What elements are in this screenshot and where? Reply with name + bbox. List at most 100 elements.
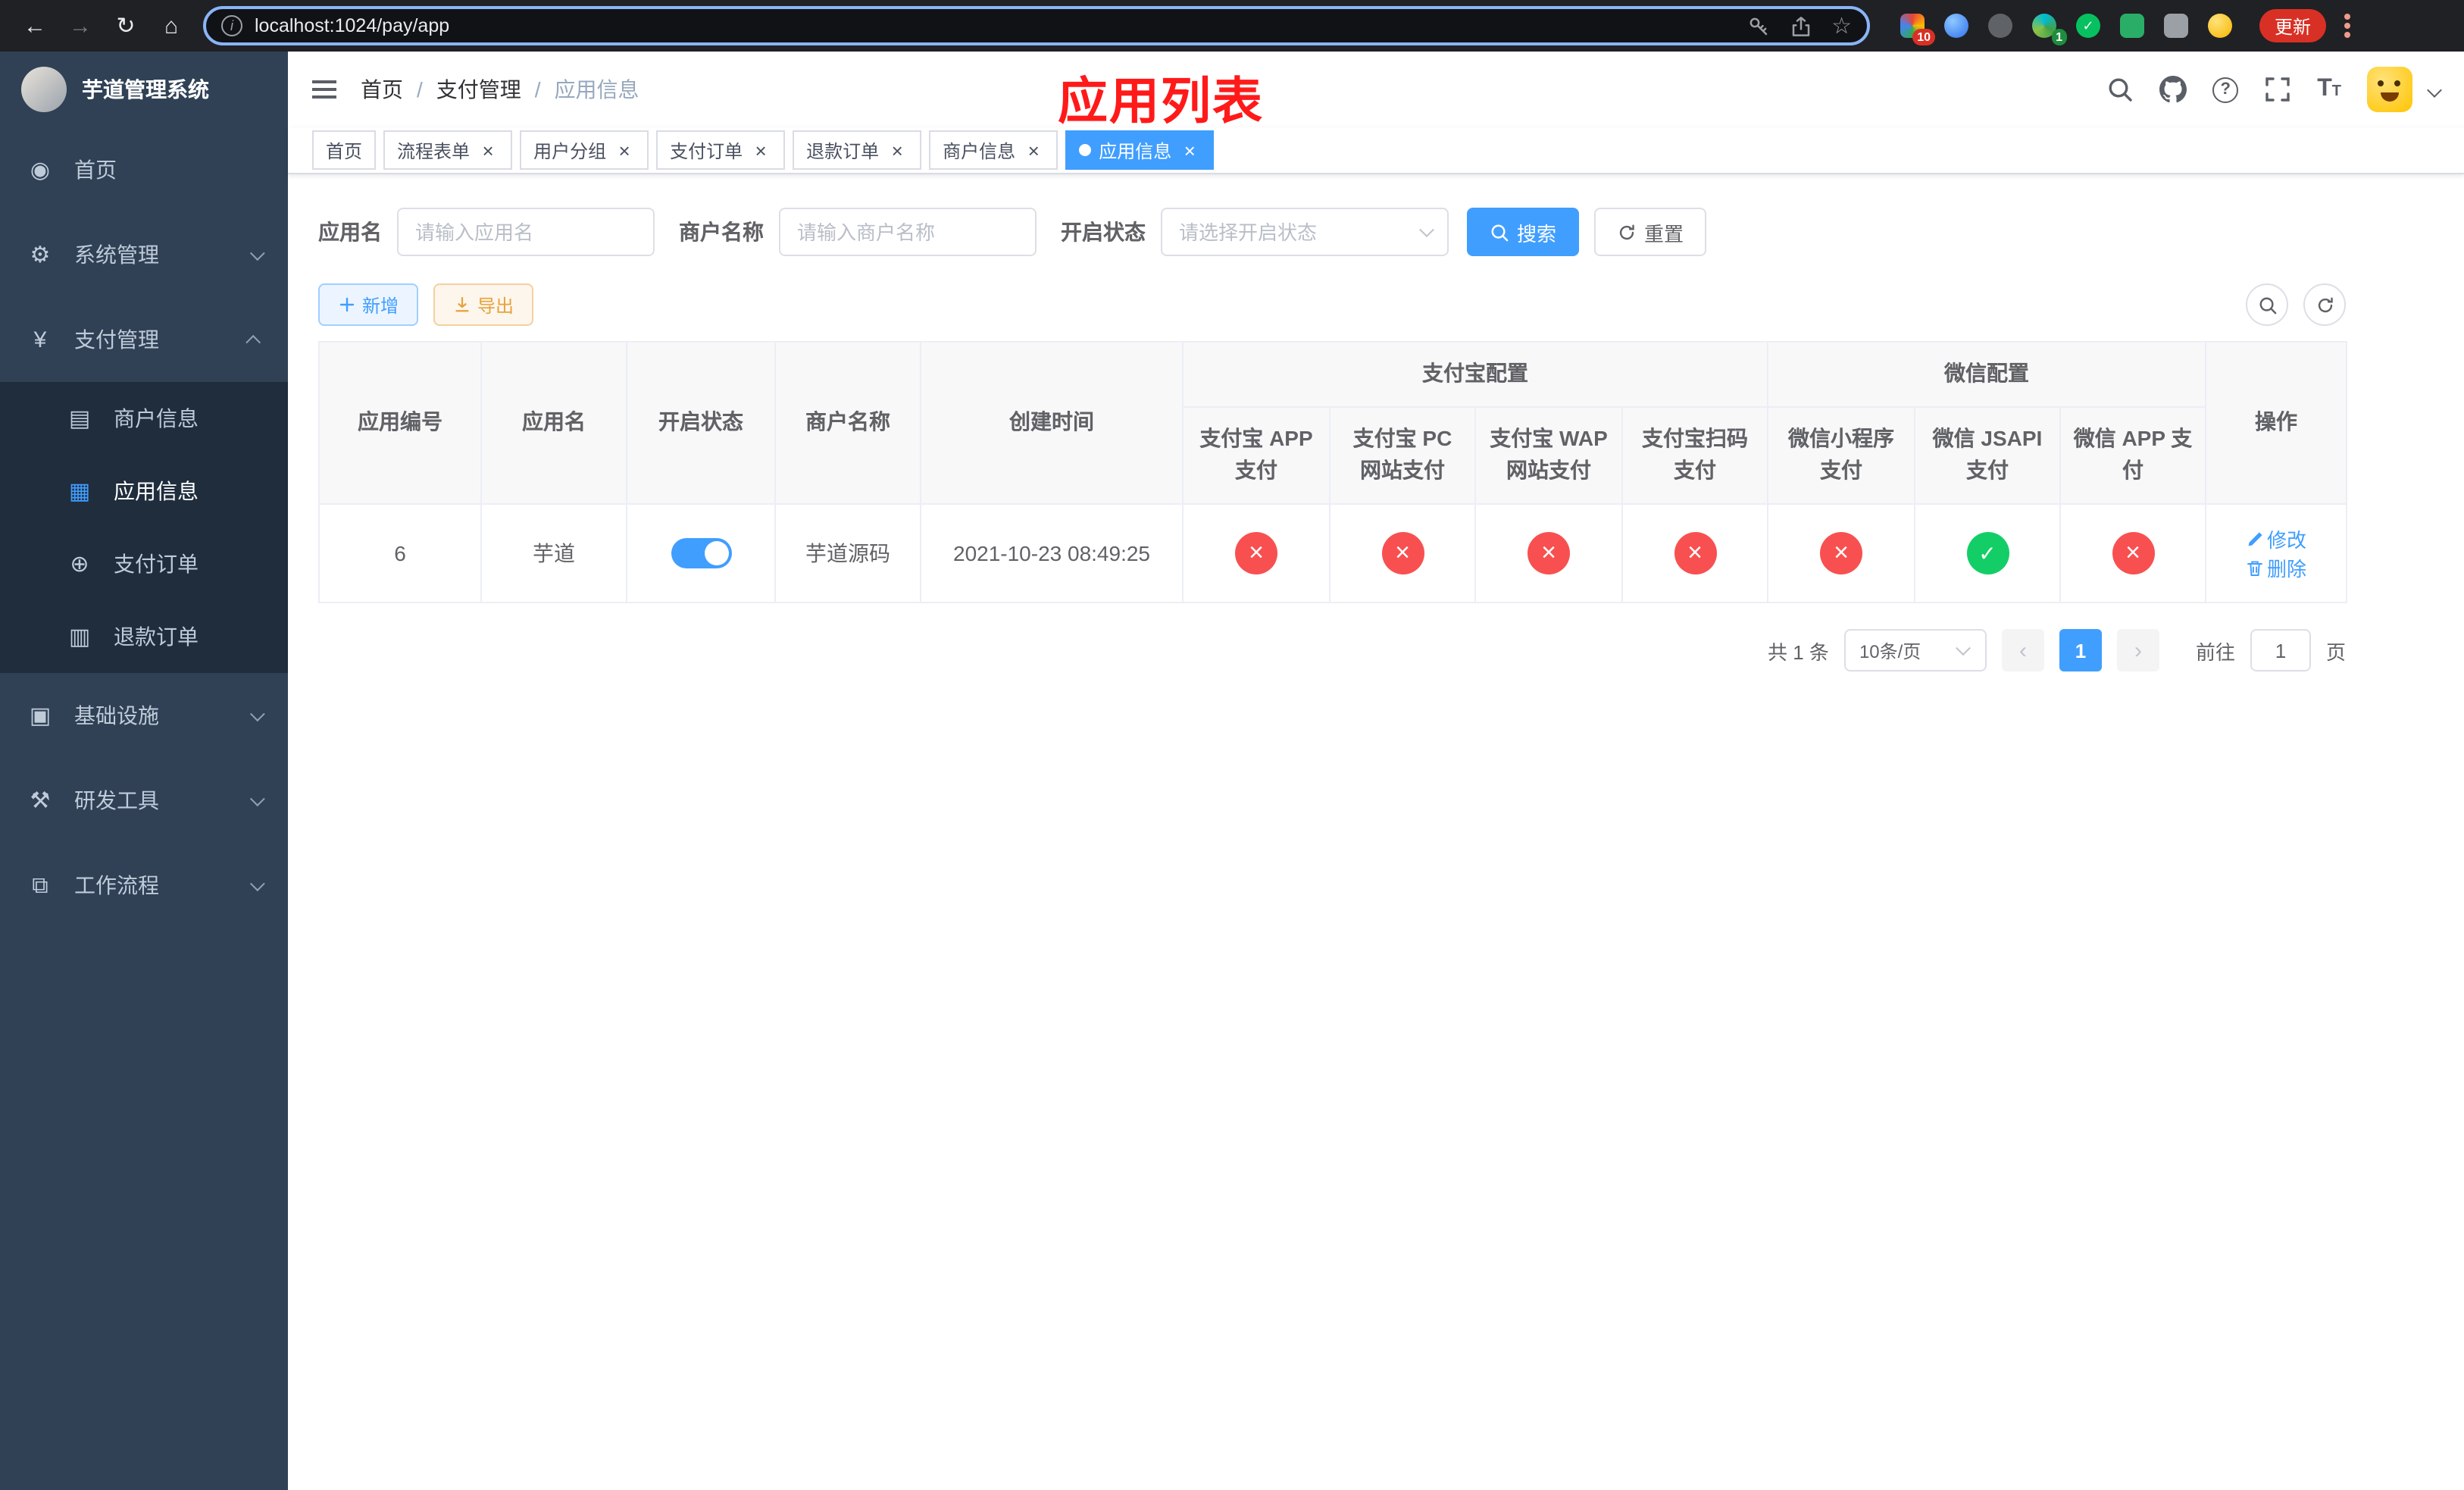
prev-page-button[interactable]: ‹ [2001,629,2044,672]
sidebar-item-system[interactable]: ⚙ 系统管理 [0,212,288,297]
sidebar-item-payment[interactable]: ¥ 支付管理 [0,297,288,382]
refresh-table-button[interactable] [2303,283,2346,326]
sidebar-item-merchant[interactable]: ▤ 商户信息 [0,382,288,455]
col-app-id: 应用编号 [318,340,482,506]
page-size-select[interactable]: 10条/页 [1843,629,1987,672]
sidebar-item-home[interactable]: ◉ 首页 [0,127,288,212]
avatar-caret-icon[interactable] [2427,82,2442,97]
chevron-down-icon [249,790,265,806]
breadcrumb-section[interactable]: 支付管理 [436,74,521,105]
extension-dark-icon[interactable] [1985,11,2015,41]
close-icon[interactable]: × [750,139,771,161]
browser-chrome: ← → ↻ ⌂ i localhost:1024/pay/app ☆ 10 1 … [0,0,2464,52]
app-name-label: 应用名 [318,220,382,244]
breadcrumb-separator: / [534,77,541,102]
chevron-down-icon [249,875,265,891]
chevron-up-icon [245,333,261,349]
extension-badge: 10 [1912,29,1935,45]
card-icon: ▤ [68,406,91,432]
toggle-search-button[interactable] [2246,283,2288,326]
forward-icon[interactable]: → [61,6,100,45]
extension-puzzle-icon[interactable] [2161,11,2191,41]
edit-link[interactable]: 修改 [2246,524,2306,553]
col-status: 开启状态 [626,340,776,506]
sidebar-item-label: 系统管理 [74,243,159,267]
alipay-app-status-icon [1235,532,1277,575]
header-search-icon[interactable] [2106,76,2134,103]
extension-blue-icon[interactable] [1941,11,1972,41]
screen: ← → ↻ ⌂ i localhost:1024/pay/app ☆ 10 1 … [0,0,2464,1490]
app-title: 芋道管理系统 [82,77,209,102]
tab-merchant-info[interactable]: 商户信息 × [929,130,1058,170]
status-toggle[interactable] [671,538,731,569]
hamburger-icon[interactable] [312,80,336,99]
breadcrumb-home[interactable]: 首页 [361,74,403,105]
status-select-input[interactable] [1161,208,1449,256]
col-alipay-qr: 支付宝扫码支付 [1621,405,1768,506]
wechat-app-status-icon [2112,532,2154,575]
search-button[interactable]: 搜索 [1467,208,1580,256]
edit-label: 修改 [2267,529,2307,552]
group-alipay-config: 支付宝配置 [1182,341,1768,408]
col-wx-app: 微信 APP 支付 [2059,405,2207,506]
reset-button[interactable]: 重置 [1594,208,1707,256]
tab-pay-order[interactable]: 支付订单 × [656,130,786,170]
circle-plus-icon: ⊕ [70,552,89,578]
sidebar-item-app-info[interactable]: ▦ 应用信息 [0,455,288,527]
tab-label: 流程表单 [397,140,471,161]
export-button[interactable]: 导出 [433,283,534,326]
extension-green-icon[interactable] [2117,11,2147,41]
tab-label: 首页 [326,140,363,161]
bookmark-star-icon[interactable]: ☆ [1831,14,1852,37]
sidebar-item-workflow[interactable]: ⧉ 工作流程 [0,843,288,928]
sidebar-logo[interactable]: 芋道管理系统 [0,52,288,127]
goto-page-input[interactable] [2250,629,2311,672]
github-icon[interactable] [2159,76,2187,103]
fullscreen-icon[interactable] [2264,76,2291,103]
export-button-label: 导出 [477,295,514,316]
close-icon[interactable]: × [477,139,499,161]
site-info-icon[interactable]: i [221,15,242,36]
col-wx-lite: 微信小程序支付 [1767,405,1915,506]
goto-label: 前往 [2195,640,2235,664]
share-icon[interactable] [1789,14,1812,37]
tab-app-info[interactable]: 应用信息 × [1065,130,1215,170]
browser-update-button[interactable]: 更新 [2259,9,2327,42]
back-icon[interactable]: ← [15,6,55,45]
sidebar-item-label: 退款订单 [114,624,199,649]
extension-wechat-icon[interactable]: ✓ [2073,11,2103,41]
merchant-name-input[interactable] [779,208,1037,256]
sidebar-item-devtools[interactable]: ⚒ 研发工具 [0,758,288,843]
monitor-icon: ▣ [29,703,52,729]
sidebar-item-pay-order[interactable]: ⊕ 支付订单 [0,527,288,600]
extension-grid-icon[interactable]: 10 [1897,11,1935,45]
next-page-button[interactable]: › [2116,629,2159,672]
url-bar[interactable]: i localhost:1024/pay/app ☆ [203,6,1870,45]
app-name-input[interactable] [397,208,655,256]
tab-user-group[interactable]: 用户分组 × [520,130,649,170]
tab-refund-order[interactable]: 退款订单 × [793,130,922,170]
page-number-1[interactable]: 1 [2059,629,2102,672]
close-icon[interactable]: × [614,139,635,161]
home-icon[interactable]: ⌂ [152,6,191,45]
tab-home[interactable]: 首页 [312,130,377,170]
close-icon[interactable]: × [886,139,908,161]
cell-alipay-app [1182,503,1330,604]
close-icon[interactable]: × [1179,139,1200,161]
status-select[interactable] [1161,208,1449,256]
sidebar-item-refund-order[interactable]: ▥ 退款订单 [0,600,288,673]
font-size-icon[interactable]: TT [2317,76,2341,103]
extension-emoji-icon[interactable] [2205,11,2235,41]
sidebar-item-infra[interactable]: ▣ 基础设施 [0,673,288,758]
tab-flow-form[interactable]: 流程表单 × [383,130,513,170]
add-button[interactable]: 新增 [318,283,419,326]
delete-link[interactable]: 删除 [2246,553,2306,582]
extension-translate-icon[interactable]: 1 [2029,11,2067,45]
reload-icon[interactable]: ↻ [106,6,145,45]
close-icon[interactable]: × [1023,139,1044,161]
password-key-icon[interactable] [1746,14,1769,37]
cell-app-name: 芋道 [480,503,627,604]
help-icon[interactable]: ? [2212,77,2239,102]
user-avatar[interactable] [2367,67,2412,112]
browser-menu-icon[interactable] [2344,23,2351,29]
